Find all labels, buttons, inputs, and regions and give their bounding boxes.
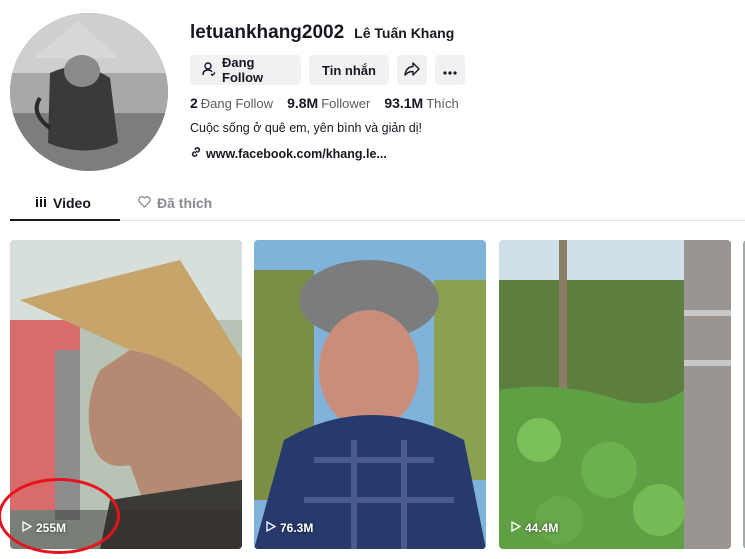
following-stat[interactable]: 2 Đang Follow: [190, 95, 273, 111]
video-views: 44.4M: [511, 520, 559, 535]
video-card[interactable]: 76.3M: [254, 240, 486, 549]
profile-link-text: www.facebook.com/khang.le...: [206, 146, 387, 161]
tab-video[interactable]: Video: [35, 195, 91, 211]
play-icon: [266, 520, 277, 535]
likes-stat: 93.1M Thích: [384, 95, 458, 111]
video-views-count: 76.3M: [280, 521, 314, 535]
profile-link[interactable]: www.facebook.com/khang.le...: [190, 146, 387, 161]
more-options-button[interactable]: [435, 55, 465, 85]
link-icon: [190, 146, 202, 161]
heart-icon: [138, 195, 151, 211]
profile-nickname: Lê Tuấn Khang: [354, 25, 455, 41]
tab-liked[interactable]: Đã thích: [138, 195, 212, 211]
video-views: 76.3M: [266, 520, 314, 535]
followers-stat[interactable]: 9.8M Follower: [287, 95, 370, 111]
profile-username: letuankhang2002: [190, 22, 345, 43]
video-views-count: 44.4M: [525, 521, 559, 535]
video-card[interactable]: 44.4M: [499, 240, 731, 549]
active-tab-indicator: [10, 219, 120, 221]
followers-count: 9.8M: [287, 95, 319, 111]
video-thumbnail: [499, 240, 731, 549]
following-count: 2: [190, 95, 198, 111]
profile-avatar[interactable]: [10, 13, 168, 171]
message-button[interactable]: Tin nhắn: [309, 55, 389, 85]
profile-tabs: Video Đã thích: [10, 191, 745, 221]
message-button-label: Tin nhắn: [322, 62, 376, 78]
following-button-label: Đang Follow: [222, 55, 264, 85]
share-icon: [404, 61, 420, 80]
annotation-circle: [0, 478, 120, 554]
following-stat-label: Đang Follow: [200, 96, 274, 111]
likes-count: 93.1M: [384, 95, 424, 111]
tab-liked-label: Đã thích: [157, 195, 213, 211]
person-check-icon: [202, 61, 216, 79]
followers-stat-label: Follower: [321, 96, 371, 111]
more-dots-icon: [443, 63, 457, 78]
tab-video-label: Video: [53, 195, 91, 211]
play-icon: [511, 520, 522, 535]
video-thumbnail: [254, 240, 486, 549]
profile-bio: Cuộc sống ở quê em, yên bình và giản dị!: [190, 121, 422, 135]
share-button[interactable]: [397, 55, 427, 85]
bars-icon: [35, 195, 47, 211]
likes-stat-label: Thích: [426, 96, 459, 111]
following-button[interactable]: Đang Follow: [190, 55, 301, 85]
